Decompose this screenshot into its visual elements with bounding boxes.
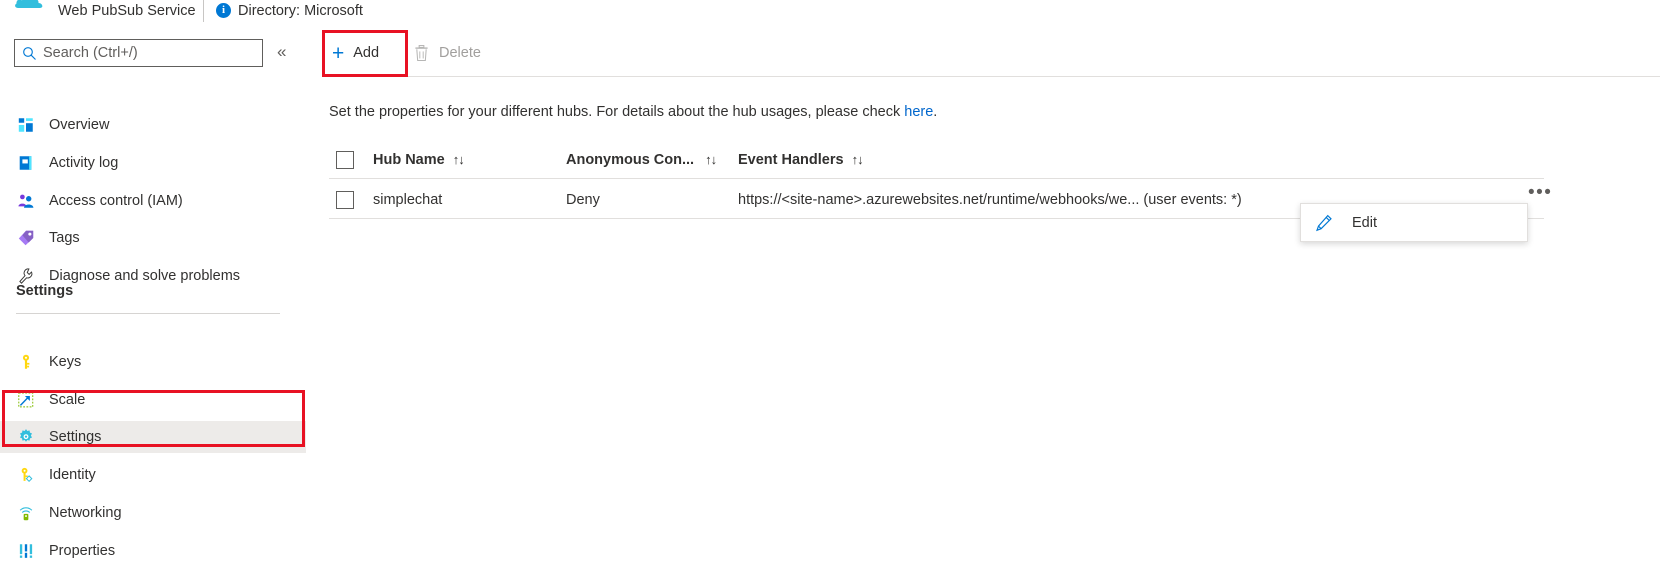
sidebar-item-tags[interactable]: Tags	[0, 222, 306, 254]
sidebar-item-label: Activity log	[49, 155, 119, 171]
sidebar-item-settings[interactable]: Settings	[0, 421, 306, 453]
identity-icon	[16, 465, 36, 485]
sidebar-item-scale[interactable]: Scale	[0, 384, 306, 416]
plus-icon: +	[332, 41, 345, 65]
add-button[interactable]: + Add	[332, 39, 379, 67]
search-icon	[23, 46, 36, 60]
sidebar-item-networking[interactable]: Networking	[0, 497, 306, 529]
sidebar-item-identity[interactable]: Identity	[0, 459, 306, 491]
search-box[interactable]	[14, 39, 263, 67]
collapse-sidebar-icon[interactable]: «	[277, 42, 286, 62]
info-icon: i	[216, 3, 231, 18]
description-prefix: Set the properties for your different hu…	[329, 104, 905, 120]
properties-icon	[16, 541, 36, 561]
tags-icon	[16, 228, 36, 248]
context-menu-item-edit[interactable]: Edit	[1301, 204, 1527, 241]
cell-anonymous-connect: Deny	[566, 192, 600, 208]
search-input[interactable]	[43, 45, 243, 61]
cloud-icon	[15, 0, 43, 8]
sidebar-item-label: Overview	[49, 117, 110, 133]
column-header-label: Hub Name	[373, 151, 445, 168]
page-header: Web PubSub Service i Directory: Microsof…	[0, 0, 1660, 26]
sidebar-section-divider	[16, 313, 280, 314]
hub-usages-link[interactable]: here	[904, 104, 933, 120]
command-bar-divider	[322, 76, 1660, 77]
description-suffix: .	[933, 104, 938, 120]
sidebar-item-label: Tags	[49, 230, 80, 246]
overview-icon	[16, 115, 36, 135]
gear-icon	[16, 427, 36, 447]
pencil-icon	[1316, 214, 1332, 231]
description-text: Set the properties for your different hu…	[329, 104, 937, 120]
sidebar-item-label: Settings	[49, 429, 102, 445]
key-icon	[16, 352, 36, 372]
sidebar-item-activity-log[interactable]: Activity log	[0, 147, 306, 179]
column-header-event-handlers[interactable]: Event Handlers ↑↓	[738, 152, 1438, 168]
select-all-checkbox[interactable]	[336, 150, 354, 169]
sidebar-item-keys[interactable]: Keys	[0, 346, 306, 378]
sort-icon[interactable]: ↑↓	[852, 152, 864, 167]
sidebar-item-overview[interactable]: Overview	[0, 109, 306, 141]
sidebar-item-label: Access control (IAM)	[49, 193, 183, 209]
delete-button[interactable]: Delete	[414, 39, 481, 67]
scale-icon	[16, 390, 36, 410]
sidebar-item-label: Identity	[49, 467, 96, 483]
sidebar-item-label: Properties	[49, 543, 116, 559]
app-title: Web PubSub Service	[58, 3, 196, 19]
sidebar-item-label: Keys	[49, 354, 82, 370]
trash-icon	[415, 44, 428, 61]
activity-log-icon	[16, 153, 36, 173]
delete-button-label: Delete	[439, 45, 481, 61]
directory-label: Directory: Microsoft	[238, 3, 363, 19]
sidebar-item-label: Diagnose and solve problems	[49, 268, 241, 284]
sidebar-item-access-control[interactable]: Access control (IAM)	[0, 185, 306, 217]
sidebar-item-label: Scale	[49, 392, 86, 408]
networking-icon	[16, 503, 36, 523]
row-context-menu: Edit	[1300, 203, 1528, 242]
sidebar-section-title: Settings	[16, 283, 74, 299]
sort-icon[interactable]: ↑↓	[453, 152, 465, 167]
column-header-hub-name[interactable]: Hub Name ↑↓	[373, 152, 566, 168]
row-context-menu-button[interactable]: •••	[1528, 183, 1556, 208]
sidebar-item-label: Networking	[49, 505, 122, 521]
command-bar: + Add Delete	[322, 30, 1660, 77]
column-header-label: Anonymous Con...	[566, 151, 695, 168]
header-divider	[203, 0, 204, 22]
table-header-row: Hub Name ↑↓ Anonymous Con... ↑↓ Event Ha…	[329, 142, 1559, 177]
add-button-label: Add	[353, 45, 380, 61]
cell-hub-name: simplechat	[373, 192, 443, 208]
sidebar-item-properties[interactable]: Properties	[0, 535, 306, 567]
sidebar: « Overview Activity log	[0, 26, 312, 573]
context-menu-item-label: Edit	[1352, 214, 1377, 231]
column-header-label: Event Handlers	[738, 151, 844, 168]
table-header-divider	[329, 178, 1544, 179]
sort-icon[interactable]: ↑↓	[705, 152, 717, 167]
row-checkbox[interactable]	[336, 191, 354, 209]
access-control-icon	[16, 191, 36, 211]
column-header-anonymous-connect[interactable]: Anonymous Con... ↑↓	[566, 152, 738, 168]
